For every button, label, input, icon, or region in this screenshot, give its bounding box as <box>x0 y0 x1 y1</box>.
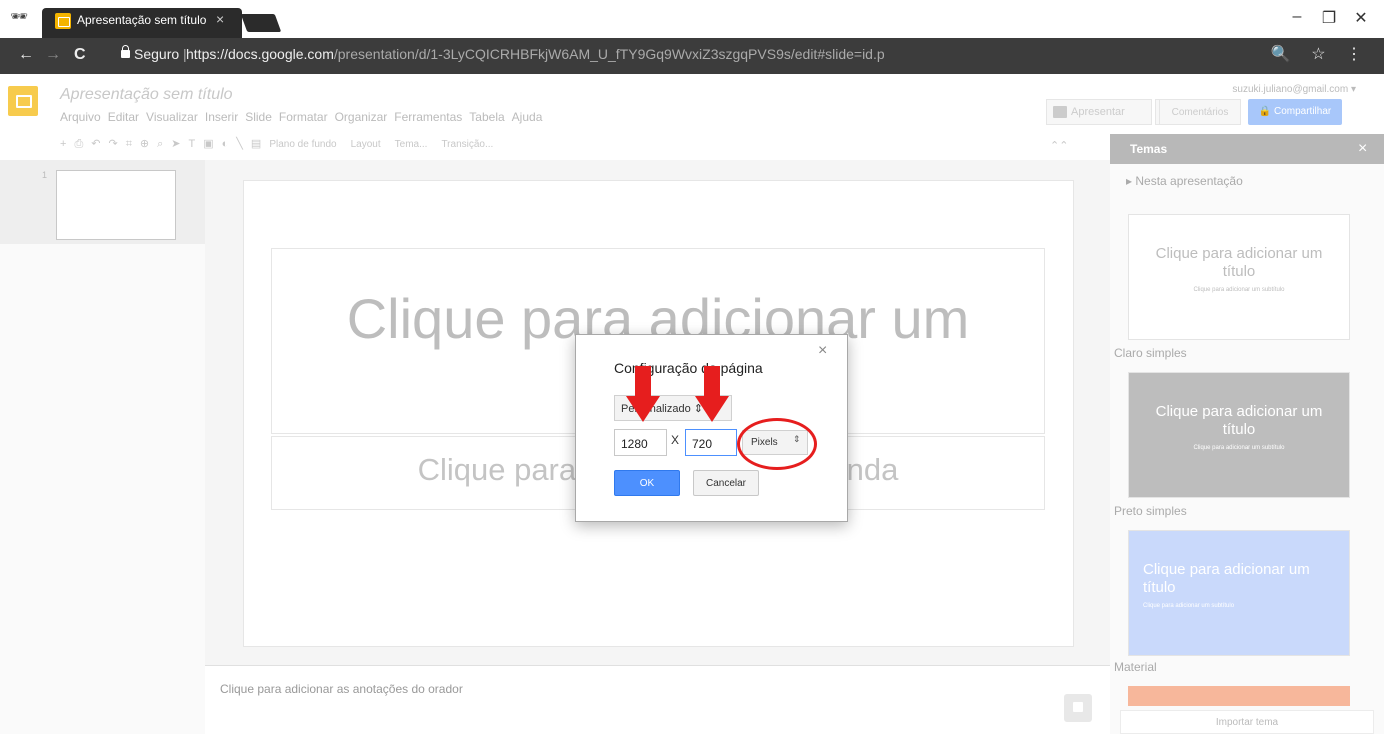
theme-card-title: Clique para adicionar um título <box>1155 245 1323 280</box>
menu-editar[interactable]: Editar <box>108 110 139 124</box>
annotation-arrow-width <box>626 366 660 422</box>
import-theme-button[interactable]: Importar tema <box>1120 710 1374 734</box>
tab-title: Apresentação sem título <box>77 13 207 27</box>
theme-card-subtitle: Clique para adicionar um subtítulo <box>1193 287 1285 293</box>
forward-button[interactable]: → <box>45 46 61 64</box>
theme-name: Claro simples <box>1114 346 1187 360</box>
toolbar-icon-10[interactable]: ◐ <box>222 138 229 150</box>
ok-button[interactable]: OK <box>614 470 680 496</box>
theme-card-subtitle: Clique para adicionar um subtítulo <box>1143 603 1235 609</box>
toolbar-icon-4[interactable]: ⌗ <box>126 138 132 151</box>
dialog-close-icon[interactable]: × <box>818 342 827 360</box>
user-email[interactable]: suzuki.juliano@gmail.com ▾ <box>1232 84 1356 95</box>
annotation-circle-unit <box>737 418 817 470</box>
toolbar-icon-9[interactable]: ▣ <box>203 137 213 150</box>
menu-slide[interactable]: Slide <box>245 110 272 124</box>
speaker-notes-placeholder: Clique para adicionar as anotações do or… <box>220 682 463 696</box>
close-window-button[interactable]: ✕ <box>1346 8 1376 28</box>
menu-tabela[interactable]: Tabela <box>469 110 504 124</box>
slides-favicon-icon <box>55 13 71 29</box>
filmstrip <box>0 160 205 734</box>
minimize-button[interactable]: – <box>1282 8 1312 26</box>
menu-visualizar[interactable]: Visualizar <box>146 110 198 124</box>
theme-name: Material <box>1114 660 1157 674</box>
menu-ajuda[interactable]: Ajuda <box>512 110 543 124</box>
height-input[interactable]: 720 <box>685 429 737 456</box>
width-input[interactable]: 1280 <box>614 429 667 456</box>
slide-thumbnail[interactable] <box>56 170 176 240</box>
theme-card[interactable]: Clique para adicionar um título Clique pa… <box>1128 214 1350 340</box>
slides-logo-icon[interactable] <box>8 86 38 116</box>
toolbar-icon-3[interactable]: ↷ <box>108 137 117 150</box>
reload-button[interactable]: C <box>74 46 86 64</box>
back-button[interactable]: ← <box>18 46 34 64</box>
menu-formatar[interactable]: Formatar <box>279 110 328 124</box>
themes-close-icon[interactable]: × <box>1358 140 1367 158</box>
toolbar-icon-6[interactable]: ⌕ <box>157 138 163 151</box>
toolbar-button-1[interactable]: Layout <box>351 139 381 150</box>
secure-label: Seguro | <box>134 46 187 62</box>
toolbar-icon-2[interactable]: ↶ <box>91 137 100 150</box>
share-button[interactable]: 🔒 Compartilhar <box>1248 99 1342 125</box>
themes-section-toggle[interactable]: ▸ Nesta apresentação <box>1126 174 1243 188</box>
new-tab-button[interactable] <box>240 14 282 32</box>
theme-card-subtitle: Clique para adicionar um subtítulo <box>1193 445 1285 451</box>
toolbar: + ⎙ ↶ ↷ ⌗ ⊕ ⌕ ➤ T ▣ ◐ ╲ ▤ Plano de fundo Layout Tema...… <box>60 137 507 151</box>
toolbar-icon-7[interactable]: ➤ <box>171 137 180 150</box>
annotation-arrow-height <box>695 366 729 422</box>
theme-card-title: Clique para adicionar um título <box>1143 561 1310 596</box>
themes-title: Temas <box>1130 142 1168 156</box>
toolbar-button-2[interactable]: Tema... <box>395 139 428 150</box>
present-button[interactable]: Apresentar <box>1046 99 1152 125</box>
toolbar-icon-11[interactable]: ╲ <box>236 137 243 150</box>
lock-icon <box>121 45 130 58</box>
cancel-button[interactable]: Cancelar <box>693 470 759 496</box>
toolbar-icon-8[interactable]: T <box>189 138 196 150</box>
tab-close-icon[interactable]: × <box>216 11 224 27</box>
speaker-notes-area[interactable] <box>205 665 1110 734</box>
menu-organizar[interactable]: Organizar <box>335 110 388 124</box>
menu-inserir[interactable]: Inserir <box>205 110 238 124</box>
theme-card[interactable]: Clique para adicionar um título Clique pa… <box>1128 372 1350 498</box>
toolbar-button-0[interactable]: Plano de fundo <box>269 139 336 150</box>
browser-action-icons[interactable]: 🔍 ☆ ⋮ <box>1271 44 1370 64</box>
toolbar-icon-12[interactable]: ▤ <box>251 137 261 150</box>
collapse-toolbar-icon[interactable]: ⌃⌃ <box>1050 139 1068 152</box>
theme-card-title: Clique para adicionar um título <box>1155 403 1323 438</box>
toolbar-icon-5[interactable]: ⊕ <box>140 137 149 150</box>
theme-name: Preto simples <box>1114 504 1187 518</box>
toolbar-button-3[interactable]: Transição... <box>441 139 493 150</box>
theme-card-partial[interactable] <box>1128 686 1350 706</box>
toolbar-icon-0[interactable]: + <box>60 138 66 150</box>
toolbar-icon-1[interactable]: ⎙ <box>74 138 83 151</box>
url-host: https://docs.google.com <box>186 46 334 62</box>
explore-button[interactable] <box>1064 694 1092 722</box>
theme-card[interactable]: Clique para adicionar um título Clique pa… <box>1128 530 1350 656</box>
comments-button[interactable]: Comentários <box>1159 99 1241 125</box>
incognito-icon: 🕶 <box>10 8 28 24</box>
menu-ferramentas[interactable]: Ferramentas <box>394 110 462 124</box>
dimension-separator: X <box>671 433 680 447</box>
menu-arquivo[interactable]: Arquivo <box>60 110 101 124</box>
url-path: /presentation/d/1-3LyCQICRHBFkjW6AM_U_fT… <box>333 46 885 62</box>
restore-button[interactable]: ❐ <box>1314 8 1344 28</box>
document-title[interactable]: Apresentação sem título <box>60 86 233 104</box>
menu-bar: Arquivo Editar Visualizar Inserir Slide Forma… <box>60 110 549 124</box>
url-field[interactable]: https://docs.google.com/presentation/d/1… <box>186 46 885 62</box>
slide-number: 1 <box>42 170 48 180</box>
